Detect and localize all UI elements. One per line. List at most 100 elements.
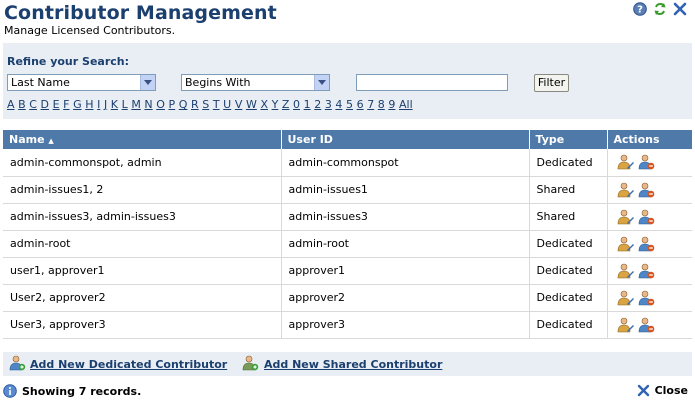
cell-name: admin-issues1, 2 <box>3 176 282 204</box>
alpha-link-m[interactable]: M <box>131 98 141 111</box>
field-select-value: Last Name <box>11 76 70 89</box>
cell-name: User3, approver3 <box>3 311 282 339</box>
column-header-type[interactable]: Type <box>529 130 608 149</box>
table-row: User3, approver3 approver3 Dedicated <box>3 311 692 339</box>
edit-user-icon[interactable] <box>617 182 634 198</box>
cell-type: Dedicated <box>529 230 608 258</box>
alpha-link-2[interactable]: 2 <box>314 98 321 111</box>
delete-user-icon[interactable] <box>638 263 655 279</box>
alpha-link-f[interactable]: F <box>63 98 69 111</box>
close-button[interactable]: Close <box>637 384 688 397</box>
delete-user-icon[interactable] <box>638 290 655 306</box>
refine-search-panel: Refine your Search: Last Name Begins Wit… <box>3 43 692 119</box>
alpha-link-w[interactable]: W <box>246 98 257 111</box>
alpha-link-k[interactable]: K <box>111 98 118 111</box>
cell-type: Shared <box>529 203 608 231</box>
search-input[interactable] <box>356 74 508 91</box>
delete-user-icon[interactable] <box>638 317 655 333</box>
close-icon[interactable] <box>637 384 650 397</box>
chevron-down-icon[interactable] <box>140 75 155 90</box>
cell-name: User2, approver2 <box>3 284 282 312</box>
match-select-value: Begins With <box>185 76 251 89</box>
edit-user-icon[interactable] <box>617 154 634 170</box>
cell-actions <box>607 230 692 258</box>
alpha-link-j[interactable]: J <box>104 98 107 111</box>
alpha-link-v[interactable]: V <box>235 98 243 111</box>
alpha-link-6[interactable]: 6 <box>357 98 364 111</box>
alpha-link-g[interactable]: G <box>73 98 82 111</box>
alpha-link-s[interactable]: S <box>202 98 209 111</box>
cell-user-id: admin-issues3 <box>281 203 530 231</box>
alpha-link-8[interactable]: 8 <box>378 98 385 111</box>
cell-actions <box>607 311 692 339</box>
delete-user-icon[interactable] <box>638 182 655 198</box>
column-header-name[interactable]: Name ▲ <box>3 130 282 149</box>
cell-user-id: admin-root <box>281 230 530 258</box>
alpha-link-l[interactable]: L <box>122 98 128 111</box>
alpha-link-t[interactable]: T <box>213 98 220 111</box>
alpha-link-0[interactable]: 0 <box>293 98 300 111</box>
chevron-down-icon[interactable] <box>314 75 329 90</box>
add-shared-contributor-link[interactable]: Add New Shared Contributor <box>264 358 442 371</box>
delete-user-icon[interactable] <box>638 154 655 170</box>
refresh-icon[interactable] <box>652 1 667 16</box>
cell-user-id: admin-issues1 <box>281 176 530 204</box>
alpha-link-r[interactable]: R <box>191 98 199 111</box>
close-icon[interactable] <box>672 1 687 16</box>
alpha-link-h[interactable]: H <box>85 98 93 111</box>
cell-type: Dedicated <box>529 311 608 339</box>
svg-text:?: ? <box>637 4 643 15</box>
edit-user-icon[interactable] <box>617 236 634 252</box>
cell-name: admin-root <box>3 230 282 258</box>
add-dedicated-contributor-link[interactable]: Add New Dedicated Contributor <box>30 358 227 371</box>
edit-user-icon[interactable] <box>617 290 634 306</box>
alpha-link-o[interactable]: O <box>156 98 165 111</box>
cell-user-id: approver3 <box>281 311 530 339</box>
alpha-link-x[interactable]: X <box>260 98 268 111</box>
alpha-link-q[interactable]: Q <box>179 98 188 111</box>
status-text: Showing 7 records. <box>22 384 142 398</box>
add-dedicated-user-icon[interactable] <box>9 355 26 371</box>
delete-user-icon[interactable] <box>638 209 655 225</box>
add-shared-user-icon[interactable] <box>242 355 259 371</box>
cell-name: admin-commonspot, admin <box>3 149 282 177</box>
alpha-link-n[interactable]: N <box>144 98 152 111</box>
column-header-user-id[interactable]: User ID <box>281 130 530 149</box>
cell-actions <box>607 257 692 285</box>
table-row: User2, approver2 approver2 Dedicated <box>3 284 692 312</box>
alpha-link-p[interactable]: P <box>169 98 176 111</box>
alpha-link-5[interactable]: 5 <box>346 98 353 111</box>
alpha-link-all[interactable]: All <box>399 98 413 111</box>
cell-name: user1, approver1 <box>3 257 282 285</box>
alphabet-filter: A B C D E F G H I J K L M N O P Q R S T U V W X Y Z 0 1 2 3 4 5 6 7 8 9 All <box>7 98 416 111</box>
close-label[interactable]: Close <box>655 384 688 397</box>
table-row: admin-commonspot, admin admin-commonspot D… <box>3 149 692 177</box>
alpha-link-3[interactable]: 3 <box>325 98 332 111</box>
alpha-link-d[interactable]: D <box>41 98 49 111</box>
cell-type: Dedicated <box>529 284 608 312</box>
alpha-link-z[interactable]: Z <box>282 98 290 111</box>
contributors-table: Name ▲ User ID Type Actions admin-common… <box>3 130 692 339</box>
alpha-link-a[interactable]: A <box>7 98 15 111</box>
alpha-link-1[interactable]: 1 <box>304 98 311 111</box>
alpha-link-c[interactable]: C <box>29 98 37 111</box>
alpha-link-7[interactable]: 7 <box>367 98 374 111</box>
alpha-link-e[interactable]: E <box>53 98 60 111</box>
alpha-link-9[interactable]: 9 <box>388 98 395 111</box>
alpha-link-i[interactable]: I <box>97 98 100 111</box>
alpha-link-y[interactable]: Y <box>272 98 279 111</box>
edit-user-icon[interactable] <box>617 317 634 333</box>
filter-button[interactable]: Filter <box>534 74 569 92</box>
table-header-row: Name ▲ User ID Type Actions <box>3 130 692 149</box>
match-select[interactable]: Begins With <box>181 74 330 91</box>
alpha-link-4[interactable]: 4 <box>335 98 342 111</box>
alpha-link-u[interactable]: U <box>223 98 231 111</box>
alpha-link-b[interactable]: B <box>18 98 26 111</box>
delete-user-icon[interactable] <box>638 236 655 252</box>
cell-user-id: approver1 <box>281 257 530 285</box>
refine-label: Refine your Search: <box>7 55 129 68</box>
field-select[interactable]: Last Name <box>7 74 156 91</box>
edit-user-icon[interactable] <box>617 209 634 225</box>
help-icon[interactable]: ? <box>632 1 647 16</box>
edit-user-icon[interactable] <box>617 263 634 279</box>
